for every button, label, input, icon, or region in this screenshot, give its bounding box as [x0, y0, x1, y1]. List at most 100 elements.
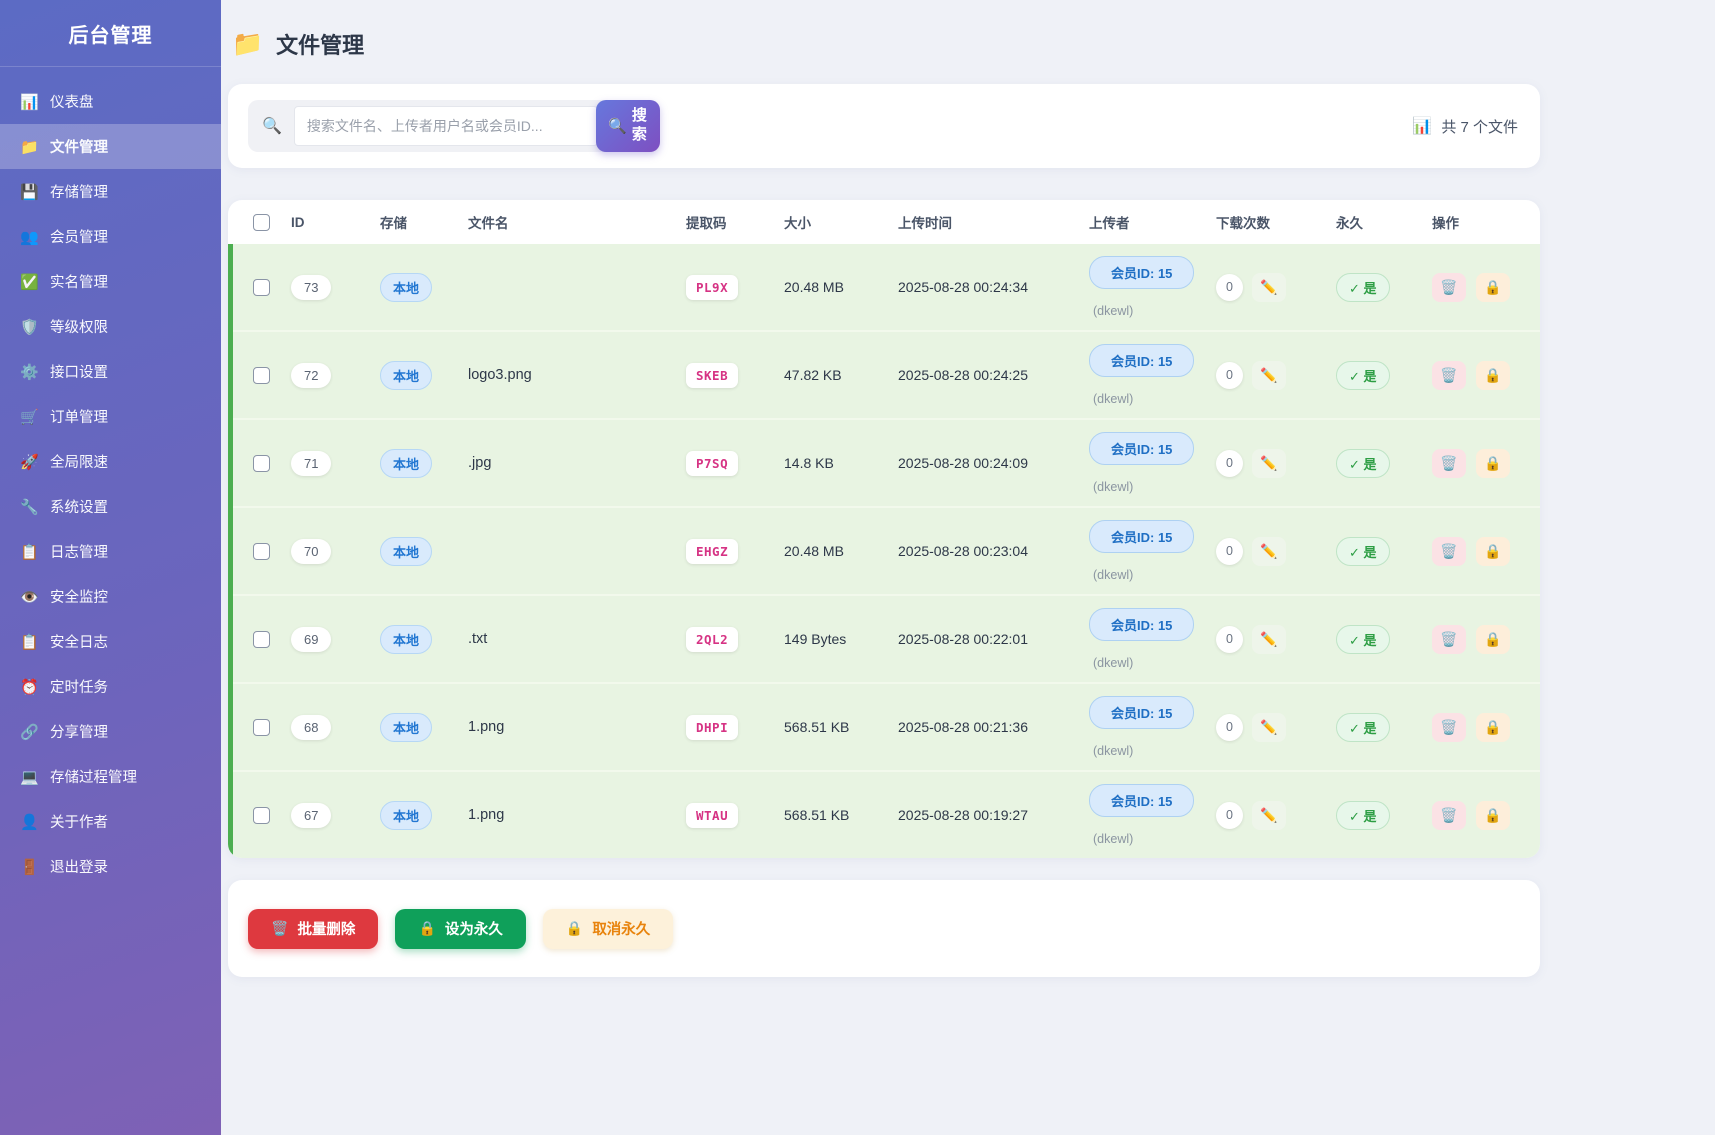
- lock-icon: 🔒: [1484, 719, 1501, 736]
- cancel-permanent-button[interactable]: 🔒 取消永久: [543, 909, 673, 949]
- toggle-permanent-button[interactable]: 🔒: [1476, 537, 1510, 566]
- edit-downloads-button[interactable]: ✏️: [1252, 273, 1286, 302]
- uploader-username: (dkewl): [1093, 568, 1133, 582]
- sidebar-item-order-management[interactable]: 🛒 订单管理: [0, 394, 221, 439]
- row-checkbox[interactable]: [253, 543, 270, 560]
- search-button[interactable]: 🔍 搜索: [596, 100, 660, 152]
- set-permanent-button[interactable]: 🔒 设为永久: [395, 909, 525, 949]
- upload-time: 2025-08-28 00:19:27: [898, 807, 1089, 823]
- sidebar-item-level-permissions[interactable]: 🛡️ 等级权限: [0, 304, 221, 349]
- sidebar-nav: 📊 仪表盘 📁 文件管理 💾 存储管理 👥 会员管理 ✅ 实名管理 🛡️ 等级权…: [0, 67, 221, 889]
- door-icon: 🚪: [20, 858, 39, 876]
- row-checkbox[interactable]: [253, 279, 270, 296]
- sidebar-item-logout[interactable]: 🚪 退出登录: [0, 844, 221, 889]
- lock-icon: 🔒: [1484, 807, 1501, 824]
- toggle-permanent-button[interactable]: 🔒: [1476, 449, 1510, 478]
- sidebar-item-share-management[interactable]: 🔗 分享管理: [0, 709, 221, 754]
- table-body: 73 本地 PL9X 20.48 MB 2025-08-28 00:24:34 …: [228, 244, 1540, 858]
- toggle-permanent-button[interactable]: 🔒: [1476, 273, 1510, 302]
- sidebar-item-security-monitoring[interactable]: 👁️ 安全监控: [0, 574, 221, 619]
- row-checkbox[interactable]: [253, 455, 270, 472]
- sidebar-item-label: 安全监控: [50, 586, 108, 607]
- delete-file-button[interactable]: 🗑️: [1432, 361, 1466, 390]
- search-button-label: 搜索: [631, 107, 648, 145]
- row-checkbox[interactable]: [253, 807, 270, 824]
- uploader-username: (dkewl): [1093, 744, 1133, 758]
- permanent-badge: ✓ 是: [1336, 625, 1390, 654]
- sidebar-item-label: 全局限速: [50, 451, 108, 472]
- sidebar-item-label: 安全日志: [50, 631, 108, 652]
- storage-badge: 本地: [380, 713, 432, 742]
- storage-badge: 本地: [380, 801, 432, 830]
- uploader-id-badge: 会员ID: 15: [1089, 696, 1194, 729]
- edit-downloads-button[interactable]: ✏️: [1252, 361, 1286, 390]
- table-row: 67 本地 1.png WTAU 568.51 KB 2025-08-28 00…: [233, 772, 1540, 858]
- download-count: 0: [1216, 626, 1243, 653]
- sidebar-item-dashboard[interactable]: 📊 仪表盘: [0, 79, 221, 124]
- permanent-badge: ✓ 是: [1336, 273, 1390, 302]
- toggle-permanent-button[interactable]: 🔒: [1476, 361, 1510, 390]
- wrench-icon: 🔧: [20, 498, 39, 516]
- edit-downloads-button[interactable]: ✏️: [1252, 449, 1286, 478]
- file-name: .jpg: [468, 455, 491, 471]
- sidebar-item-api-settings[interactable]: ⚙️ 接口设置: [0, 349, 221, 394]
- sidebar: 后台管理 📊 仪表盘 📁 文件管理 💾 存储管理 👥 会员管理 ✅ 实名管理 🛡…: [0, 0, 221, 1135]
- sidebar-item-storage-management[interactable]: 💾 存储管理: [0, 169, 221, 214]
- gear-icon: ⚙️: [20, 363, 39, 381]
- notebook-icon: 📋: [20, 543, 39, 561]
- file-size: 47.82 KB: [784, 367, 898, 383]
- row-checkbox[interactable]: [253, 719, 270, 736]
- upload-time: 2025-08-28 00:24:09: [898, 455, 1089, 471]
- sidebar-item-global-rate-limit[interactable]: 🚀 全局限速: [0, 439, 221, 484]
- row-checkbox[interactable]: [253, 631, 270, 648]
- file-id-badge: 67: [291, 803, 331, 828]
- sidebar-item-label: 定时任务: [50, 676, 108, 697]
- edit-downloads-button[interactable]: ✏️: [1252, 713, 1286, 742]
- alarm-clock-icon: ⏰: [20, 678, 39, 696]
- sidebar-item-security-logs[interactable]: 📋 安全日志: [0, 619, 221, 664]
- sidebar-item-scheduled-tasks[interactable]: ⏰ 定时任务: [0, 664, 221, 709]
- batch-delete-button[interactable]: 🗑️ 批量删除: [248, 909, 378, 949]
- edit-downloads-button[interactable]: ✏️: [1252, 801, 1286, 830]
- permanent-badge: ✓ 是: [1336, 713, 1390, 742]
- file-name: logo3.png: [468, 367, 532, 383]
- delete-file-button[interactable]: 🗑️: [1432, 449, 1466, 478]
- lock-icon: 🔒: [1484, 631, 1501, 648]
- toggle-permanent-button[interactable]: 🔒: [1476, 801, 1510, 830]
- delete-file-button[interactable]: 🗑️: [1432, 273, 1466, 302]
- search-input[interactable]: [294, 106, 598, 146]
- uploader-id-badge: 会员ID: 15: [1089, 344, 1194, 377]
- col-size: 大小: [784, 212, 898, 232]
- row-checkbox[interactable]: [253, 367, 270, 384]
- sidebar-item-label: 系统设置: [50, 496, 108, 517]
- select-all-checkbox[interactable]: [253, 214, 270, 231]
- sidebar-item-stored-procedure-management[interactable]: 💻 存储过程管理: [0, 754, 221, 799]
- toggle-permanent-button[interactable]: 🔒: [1476, 625, 1510, 654]
- sidebar-item-about-author[interactable]: 👤 关于作者: [0, 799, 221, 844]
- main-content: 📁 文件管理 🔍 🔍 搜索 📊 共 7 个文件 ID 存储 文件名 提取码 大小…: [221, 0, 1540, 977]
- bulk-actions-bar: 🗑️ 批量删除 🔒 设为永久 🔒 取消永久: [228, 880, 1540, 977]
- delete-file-button[interactable]: 🗑️: [1432, 801, 1466, 830]
- toggle-permanent-button[interactable]: 🔒: [1476, 713, 1510, 742]
- sidebar-item-member-management[interactable]: 👥 会员管理: [0, 214, 221, 259]
- uploader-username: (dkewl): [1093, 480, 1133, 494]
- extraction-code-badge: PL9X: [686, 275, 738, 300]
- cart-icon: 🛒: [20, 408, 39, 426]
- pencil-icon: ✏️: [1260, 719, 1277, 736]
- sidebar-item-system-settings[interactable]: 🔧 系统设置: [0, 484, 221, 529]
- delete-file-button[interactable]: 🗑️: [1432, 713, 1466, 742]
- delete-file-button[interactable]: 🗑️: [1432, 625, 1466, 654]
- table-row: 72 本地 logo3.png SKEB 47.82 KB 2025-08-28…: [233, 332, 1540, 420]
- trash-icon: 🗑️: [1440, 631, 1457, 648]
- sidebar-item-log-management[interactable]: 📋 日志管理: [0, 529, 221, 574]
- permanent-badge: ✓ 是: [1336, 801, 1390, 830]
- search-group: 🔍 🔍 搜索: [248, 100, 660, 152]
- extraction-code-badge: P7SQ: [686, 451, 738, 476]
- cancel-permanent-label: 取消永久: [592, 918, 650, 939]
- edit-downloads-button[interactable]: ✏️: [1252, 625, 1286, 654]
- delete-file-button[interactable]: 🗑️: [1432, 537, 1466, 566]
- sidebar-item-realname-management[interactable]: ✅ 实名管理: [0, 259, 221, 304]
- trash-icon: 🗑️: [1440, 455, 1457, 472]
- sidebar-item-file-management[interactable]: 📁 文件管理: [0, 124, 221, 169]
- edit-downloads-button[interactable]: ✏️: [1252, 537, 1286, 566]
